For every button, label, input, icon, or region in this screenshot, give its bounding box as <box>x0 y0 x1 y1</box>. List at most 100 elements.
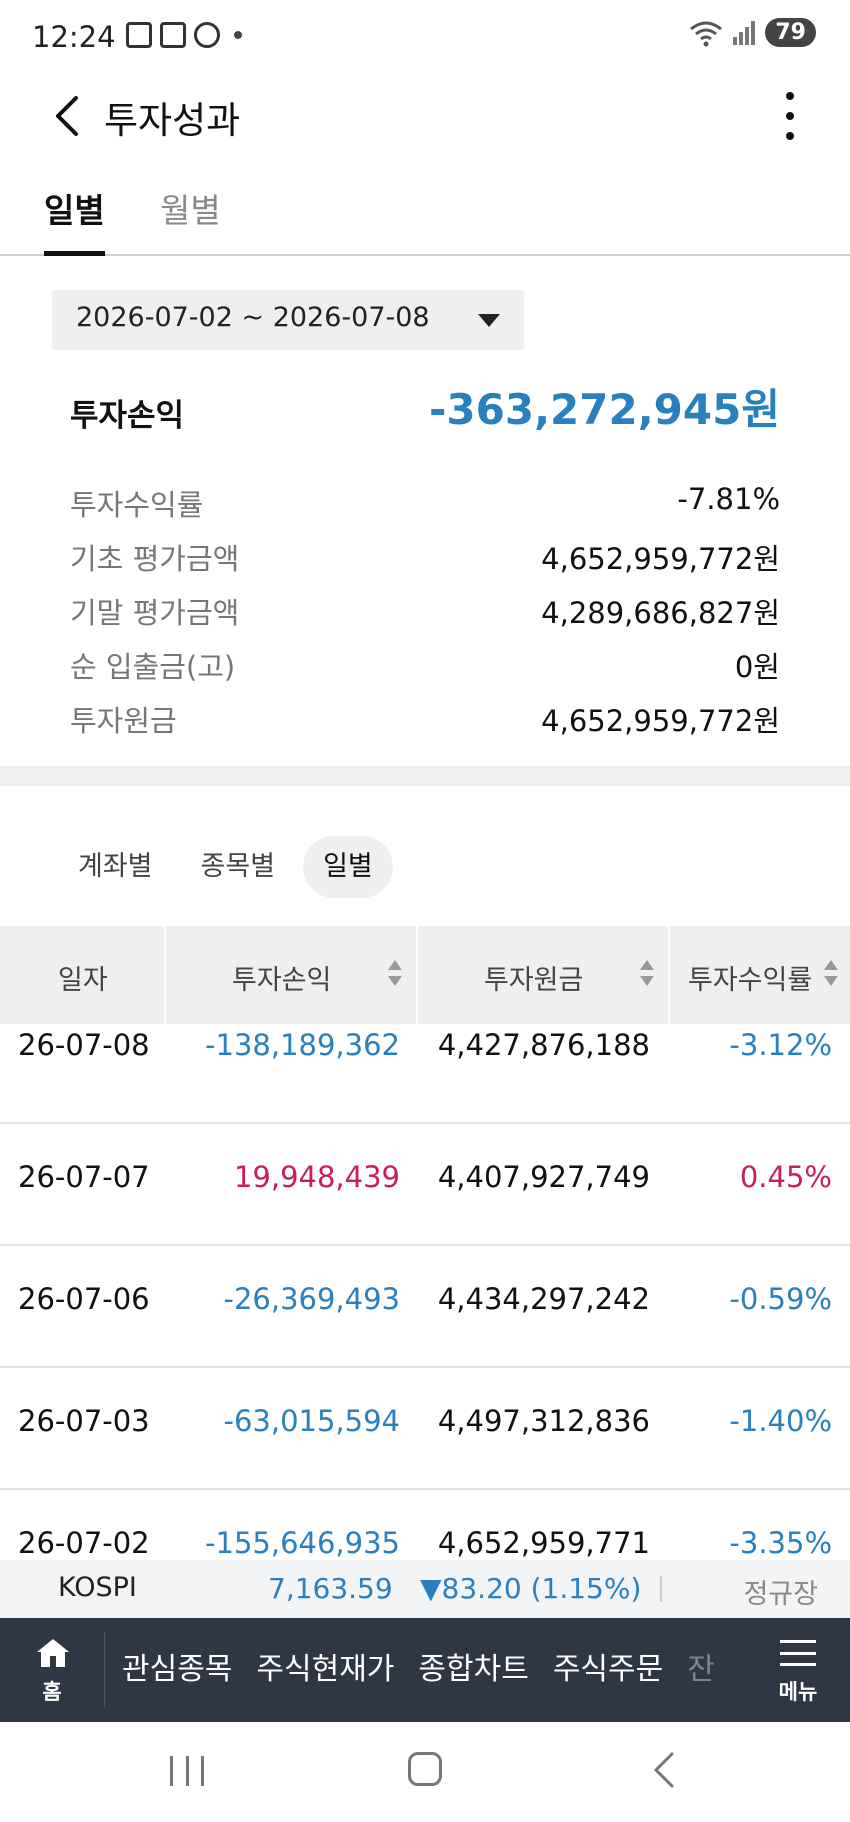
dropdown-arrow-icon <box>478 314 500 327</box>
cell-rate: -1.40% <box>729 1404 832 1438</box>
fan-icon <box>194 22 220 48</box>
tab-by-day[interactable]: 일별 <box>303 836 393 898</box>
date-range-select[interactable]: 2026-07-02 ~ 2026-07-08 <box>52 290 524 350</box>
battery-badge: 79 <box>765 18 816 47</box>
home-icon <box>37 1639 69 1667</box>
cell-principal: 4,427,876,188 <box>437 1028 650 1062</box>
nav-item-balance[interactable]: 잔 <box>687 1618 739 1722</box>
tab-monthly[interactable]: 월별 <box>160 184 221 256</box>
table-row[interactable]: 26-07-08 -138,189,362 4,427,876,188 -3.1… <box>0 1024 850 1124</box>
cell-profit: -63,015,594 <box>223 1404 400 1438</box>
ticker-name: KOSPI <box>58 1572 137 1603</box>
summary-row-label: 투자원금 <box>70 704 177 738</box>
summary-row-closing-value: 기말 평가금액 4,289,686,827원 <box>70 590 780 630</box>
period-tabs: 일별 월별 <box>0 178 850 256</box>
quick-menu: 관심종목 주식현재가 종합차트 주식주문 잔 <box>122 1618 739 1722</box>
summary-row-principal: 투자원금 4,652,959,772원 <box>70 698 780 738</box>
nav-item-order[interactable]: 주식주문 <box>553 1618 687 1722</box>
summary-row-value: 4,289,686,827원 <box>541 596 780 630</box>
cell-date: 26-07-03 <box>18 1404 150 1438</box>
summary-row-net-deposit: 순 입출금(고) 0원 <box>70 644 780 684</box>
profit-value: -363,272,945원 <box>429 385 780 434</box>
calendar-icon <box>160 22 186 48</box>
page-title: 투자성과 <box>104 99 241 142</box>
cell-date: 26-07-08 <box>18 1028 150 1062</box>
cell-rate: 0.45% <box>739 1160 832 1194</box>
back-icon <box>56 96 78 136</box>
view-tabs: 계좌별 종목별 일별 <box>58 836 401 898</box>
summary-row-value: 4,652,959,772원 <box>541 542 780 576</box>
column-header-date: 일자 <box>0 926 166 1024</box>
nav-divider <box>104 1632 105 1708</box>
menu-button[interactable]: 메뉴 <box>746 1618 850 1722</box>
table-body[interactable]: 26-07-08 -138,189,362 4,427,876,188 -3.1… <box>0 1024 850 1560</box>
table-row[interactable]: 26-07-07 19,948,439 4,407,927,749 0.45% <box>0 1124 850 1246</box>
market-ticker[interactable]: KOSPI 7,163.59 ▼83.20 (1.15%) 정규장 <box>0 1560 850 1618</box>
summary-row-value: 4,652,959,772원 <box>541 704 780 738</box>
ticker-value: 7,163.59 <box>268 1572 393 1605</box>
ticker-session: 정규장 <box>743 1579 818 1610</box>
sort-icon <box>640 960 654 990</box>
column-header-profit[interactable]: 투자손익 <box>166 926 418 1024</box>
column-header-principal[interactable]: 투자원금 <box>418 926 670 1024</box>
system-home-button[interactable] <box>408 1752 442 1786</box>
tab-by-stock[interactable]: 종목별 <box>181 836 296 898</box>
date-range-text: 2026-07-02 ~ 2026-07-08 <box>76 302 430 333</box>
cell-profit: -26,369,493 <box>223 1282 400 1316</box>
nav-item-chart[interactable]: 종합차트 <box>418 1618 552 1722</box>
bottom-nav: 홈 관심종목 주식현재가 종합차트 주식주문 잔 메뉴 <box>0 1618 850 1722</box>
sort-icon <box>824 960 838 990</box>
summary-row-label: 기초 평가금액 <box>70 542 240 576</box>
cell-rate: -3.35% <box>729 1526 832 1560</box>
column-header-return-rate[interactable]: 투자수익률 <box>670 926 850 1024</box>
hamburger-icon <box>780 1640 816 1666</box>
summary-row-value: 0원 <box>734 650 780 684</box>
cell-rate: -3.12% <box>729 1028 832 1062</box>
menu-label: 메뉴 <box>778 1680 818 1704</box>
system-nav-bar <box>0 1722 850 1822</box>
status-system-icons: 79 <box>689 18 816 47</box>
status-bar: 12:24 79 <box>0 0 850 74</box>
table-header: 일자 투자손익 투자원금 투자수익률 <box>0 926 850 1024</box>
nav-item-watchlist[interactable]: 관심종목 <box>122 1618 256 1722</box>
table-row[interactable]: 26-07-06 -26,369,493 4,434,297,242 -0.59… <box>0 1246 850 1368</box>
cell-principal: 4,652,959,771 <box>437 1526 650 1560</box>
profit-label: 투자손익 <box>70 398 185 434</box>
tab-by-account[interactable]: 계좌별 <box>58 836 173 898</box>
more-options-button[interactable] <box>778 92 802 140</box>
summary-row-return-rate: 투자수익률 -7.81% <box>70 482 780 522</box>
cell-profit: -155,646,935 <box>205 1526 400 1560</box>
recents-button[interactable] <box>170 1756 204 1786</box>
section-divider <box>0 766 850 786</box>
wifi-icon <box>690 21 723 46</box>
summary-row-label: 기말 평가금액 <box>70 596 240 630</box>
cell-principal: 4,497,312,836 <box>437 1404 650 1438</box>
cell-profit: -138,189,362 <box>205 1028 400 1062</box>
ticker-divider <box>660 1576 662 1602</box>
back-button[interactable] <box>48 94 88 138</box>
notification-icon <box>126 22 152 48</box>
cell-rate: -0.59% <box>729 1282 832 1316</box>
app-header: 투자성과 <box>0 80 850 152</box>
summary-row-opening-value: 기초 평가금액 4,652,959,772원 <box>70 536 780 576</box>
signal-icon <box>733 20 756 45</box>
summary-row-label: 순 입출금(고) <box>70 650 236 684</box>
cell-principal: 4,407,927,749 <box>437 1160 650 1194</box>
cell-profit: 19,948,439 <box>233 1160 400 1194</box>
more-vert-icon <box>786 92 794 140</box>
sort-icon <box>388 960 402 990</box>
home-label: 홈 <box>42 1680 62 1704</box>
cell-date: 26-07-06 <box>18 1282 150 1316</box>
system-back-button[interactable] <box>648 1750 678 1790</box>
home-button[interactable]: 홈 <box>0 1618 104 1722</box>
status-notification-icons <box>126 22 242 48</box>
cell-date: 26-07-02 <box>18 1526 150 1560</box>
table-row[interactable]: 26-07-03 -63,015,594 4,497,312,836 -1.40… <box>0 1368 850 1490</box>
tab-daily[interactable]: 일별 <box>44 184 105 256</box>
status-time: 12:24 <box>32 20 116 54</box>
nav-item-current-price[interactable]: 주식현재가 <box>256 1618 418 1722</box>
table-row[interactable]: 26-07-02 -155,646,935 4,652,959,771 -3.3… <box>0 1490 850 1560</box>
ticker-change: ▼83.20 (1.15%) <box>420 1572 642 1605</box>
cell-date: 26-07-07 <box>18 1160 150 1194</box>
summary-row-value: -7.81% <box>677 482 780 516</box>
